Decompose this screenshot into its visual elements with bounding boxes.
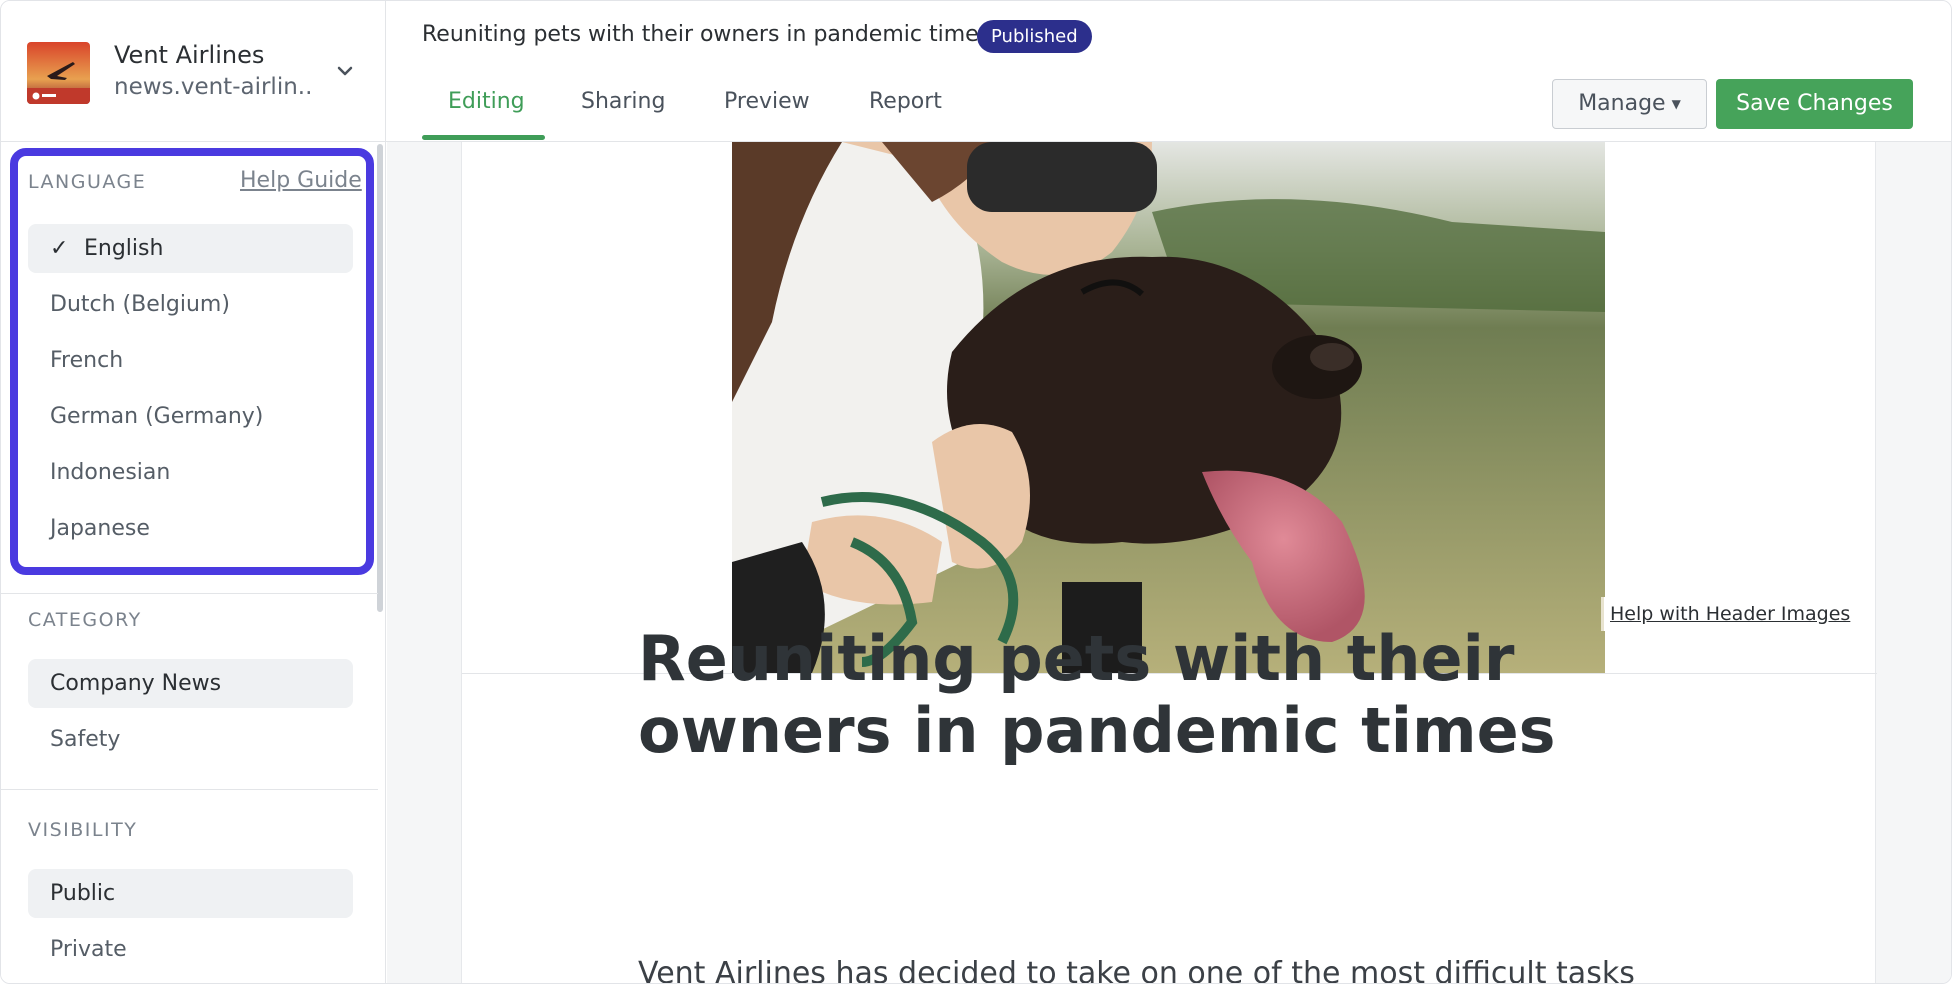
language-option-french[interactable]: French <box>28 336 353 385</box>
active-tab-indicator <box>422 135 545 140</box>
language-option-japanese[interactable]: Japanese <box>28 504 353 553</box>
header-image[interactable] <box>732 142 1605 673</box>
tab-sharing[interactable]: Sharing <box>581 89 665 114</box>
article-body-text[interactable]: Vent Airlines has decided to take on one… <box>638 956 1738 983</box>
caret-down-icon: ▼ <box>1671 97 1681 111</box>
sidebar-scrollbar[interactable] <box>377 144 383 612</box>
organization-name: Vent Airlines <box>114 41 265 69</box>
tab-report[interactable]: Report <box>869 89 942 114</box>
save-changes-button[interactable]: Save Changes <box>1716 79 1913 129</box>
language-option-english[interactable]: ✓ English <box>28 224 353 273</box>
language-section-label: LANGUAGE <box>28 171 147 193</box>
checkmark-icon: ✓ <box>50 236 69 261</box>
chevron-down-icon[interactable] <box>333 59 357 83</box>
category-option-safety[interactable]: Safety <box>28 715 353 764</box>
editor-header: Reuniting pets with their owners in pand… <box>386 1 1951 142</box>
organization-url: news.vent-airlin... <box>114 74 314 100</box>
language-option-label: English <box>84 236 164 261</box>
article-title[interactable]: Reuniting pets with their owners in pand… <box>638 623 1738 767</box>
sidebar: Vent Airlines news.vent-airlin... LANGUA… <box>1 1 386 983</box>
visibility-option-private[interactable]: Private <box>28 925 353 974</box>
organization-logo <box>27 42 90 104</box>
help-guide-link[interactable]: Help Guide <box>240 168 362 193</box>
sidebar-divider <box>1 789 378 790</box>
manage-dropdown-button[interactable]: Manage ▼ <box>1552 79 1707 129</box>
visibility-section-label: VISIBILITY <box>28 819 138 841</box>
document-title: Reuniting pets with their owners in pand… <box>422 22 991 47</box>
category-option-company-news[interactable]: Company News <box>28 659 353 708</box>
tab-preview[interactable]: Preview <box>724 89 810 114</box>
organization-switcher[interactable]: Vent Airlines news.vent-airlin... <box>1 1 385 142</box>
manage-button-label: Manage <box>1578 91 1666 116</box>
visibility-option-public[interactable]: Public <box>28 869 353 918</box>
category-section-label: CATEGORY <box>28 609 142 631</box>
language-option-dutch-belgium[interactable]: Dutch (Belgium) <box>28 280 353 329</box>
article-preview: Help with Header Images Reuniting pets w… <box>461 142 1877 983</box>
app-window: Vent Airlines news.vent-airlin... LANGUA… <box>0 0 1952 984</box>
editor-canvas: Help with Header Images Reuniting pets w… <box>387 142 1951 983</box>
language-option-german-germany[interactable]: German (Germany) <box>28 392 353 441</box>
status-badge: Published <box>977 20 1092 53</box>
sidebar-divider <box>1 593 378 594</box>
tab-editing[interactable]: Editing <box>448 89 525 114</box>
language-option-indonesian[interactable]: Indonesian <box>28 448 353 497</box>
